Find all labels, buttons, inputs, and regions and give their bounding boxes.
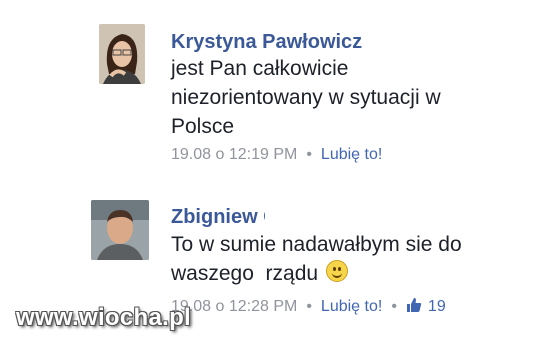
- thumbs-up-icon[interactable]: [406, 297, 422, 319]
- smiley-emoji-icon: [326, 260, 349, 282]
- comment-text-line: Polsce: [171, 115, 235, 138]
- like-link[interactable]: Lubię to!: [321, 146, 382, 163]
- comment-text-line: To w sumie nadawałbym sie do: [171, 233, 462, 256]
- comment-author[interactable]: Zbigniew C: [171, 205, 278, 229]
- comment-text-line: waszego rządu: [171, 259, 349, 288]
- like-link[interactable]: Lubię to!: [321, 298, 382, 315]
- comment-text-content: waszego rządu: [171, 262, 319, 285]
- separator-dot: •: [306, 146, 312, 163]
- woman-portrait-icon: [99, 24, 145, 84]
- avatar-krystyna[interactable]: [99, 24, 145, 84]
- separator-dot: •: [306, 298, 312, 315]
- comment-author[interactable]: Krystyna Pawłowicz: [171, 30, 362, 54]
- site-watermark: www.wiocha.pl: [16, 304, 192, 331]
- avatar-zbigniew[interactable]: [91, 200, 149, 260]
- name-censor-overlay: [265, 205, 395, 227]
- comment-text-line: niezorientowany w sytuacji w: [171, 86, 441, 109]
- comment-meta: 19.08 o 12:19 PM • Lubię to!: [171, 145, 382, 165]
- separator-dot: •: [391, 298, 397, 315]
- comment-text-line: jest Pan całkowicie: [171, 57, 349, 80]
- like-count[interactable]: 19: [428, 298, 446, 315]
- comment-krystyna: Krystyna Pawłowicz jest Pan całkowicie n…: [0, 0, 555, 180]
- man-portrait-icon: [91, 200, 149, 260]
- comment-timestamp[interactable]: 19.08 o 12:19 PM: [171, 146, 297, 163]
- comment-meta: 19.08 o 12:28 PM • Lubię to! • 19: [171, 297, 446, 319]
